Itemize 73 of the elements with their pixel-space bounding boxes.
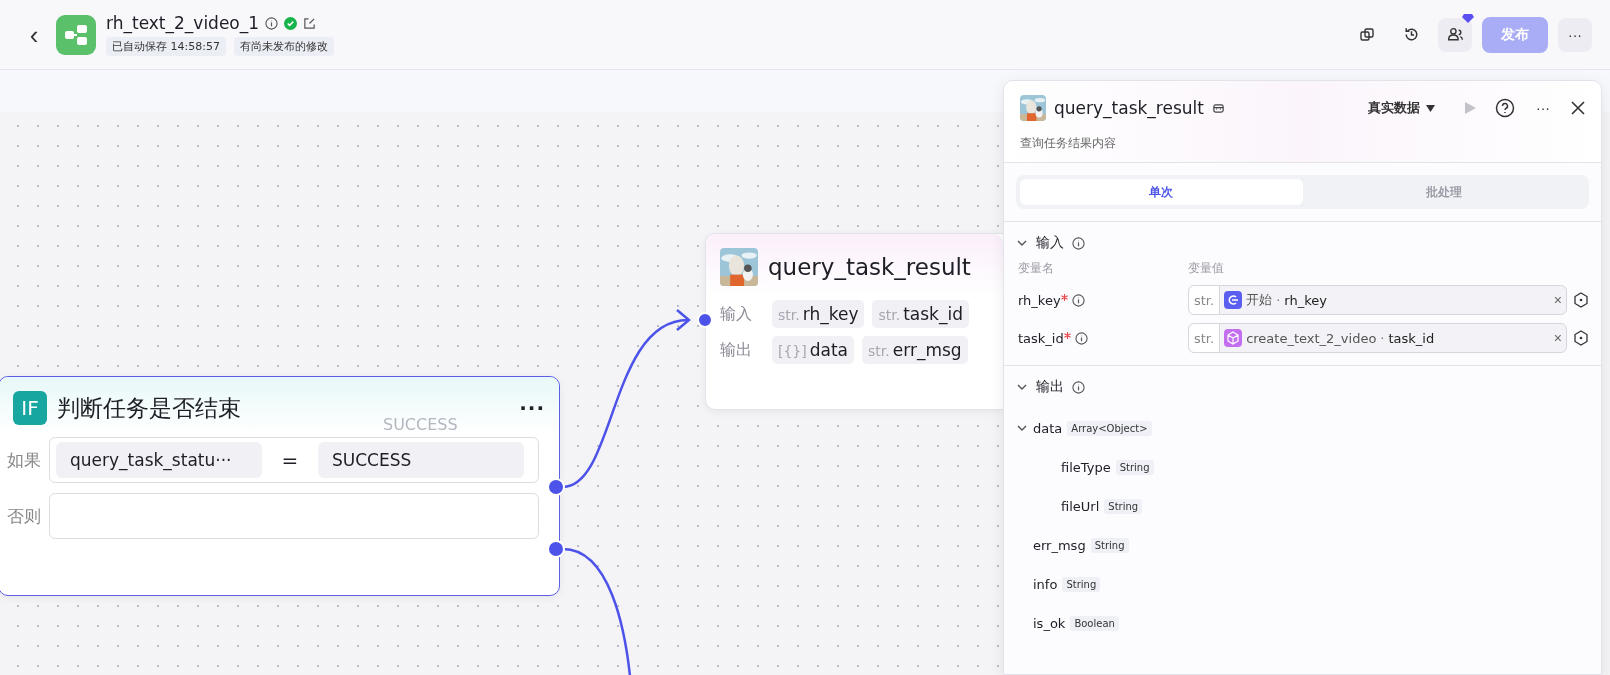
more-button[interactable]: ··· [1558,17,1592,52]
output-name: fileType [1061,459,1111,475]
param-label: 输出 [720,339,753,361]
help-icon[interactable] [1495,98,1515,118]
edit-icon[interactable] [303,16,317,30]
branch-label: 否则 [6,504,41,528]
output-name: info [1033,576,1058,592]
condition-field[interactable]: query_task_statu··· = SUCCESS [49,437,539,483]
node-title: 判断任务是否结束 [57,393,241,423]
param-chip: str. err_msg [862,336,968,364]
history-icon [1402,26,1420,43]
more-button[interactable]: ··· [519,396,545,420]
type-tag: Array<Object> [1067,420,1152,436]
clear-button[interactable]: × [1549,292,1566,308]
panel-description: 查询任务结果内容 [1020,135,1117,152]
info-icon [1074,331,1088,345]
output-port[interactable] [547,540,565,558]
type-tag: String [1090,537,1129,553]
check-circle-icon [284,16,298,30]
back-button[interactable]: ‹ [22,21,46,48]
info-icon [1071,293,1085,307]
column-label: 变量名 [1018,260,1055,277]
param-label: 输入 [720,303,753,325]
clear-button[interactable]: × [1549,330,1566,346]
output-name: err_msg [1033,537,1086,553]
param-chip: str. task_id [872,300,969,328]
type-tag: Boolean [1070,615,1119,631]
variable-picker-icon[interactable] [1573,292,1589,308]
section-title: 输入 [1036,234,1064,252]
node-title: query_task_result [768,254,971,280]
variable-value-field[interactable]: str. 开始 · rh_key × [1188,285,1567,315]
more-button[interactable]: ··· [1523,91,1563,125]
output-name: is_ok [1033,615,1066,631]
if-icon: IF [13,391,47,425]
param-chip: [{}] data [772,336,855,364]
data-mode-dropdown[interactable]: 真实数据 [1368,99,1435,117]
edge-label: SUCCESS [383,415,458,434]
collaborators-button[interactable] [1438,17,1472,52]
workflow-logo-icon [56,14,96,55]
plugin-node[interactable]: query_task_result 输入 str. rh_key str. task_id 输出 [{}] data str. err_msg [705,233,1003,410]
condition-node[interactable]: IF 判断任务是否结束 ··· SUCCESS 如果 query_task_statu··· = SUCCESS 否则 [0,376,560,596]
panel-title: query_task_result [1054,98,1204,118]
param-chip: str. rh_key [772,300,865,328]
info-icon [265,16,279,30]
copy-icon [1359,26,1375,43]
workflow-title: rh_text_2_video_1 [106,13,260,33]
info-icon [1072,236,1085,250]
close-icon[interactable] [1571,101,1585,115]
branch-label: 如果 [6,448,41,472]
condition-field[interactable] [49,493,539,539]
variable-name: task_id [1018,330,1064,346]
diamond-badge-icon [1462,11,1474,24]
status-tag: 已自动保存 14:58:57 [106,37,226,56]
condition-value: SUCCESS [318,442,524,478]
condition-variable: query_task_statu··· [56,442,262,478]
column-label: 变量值 [1188,260,1225,277]
users-icon [1446,26,1464,43]
type-tag: String [1062,576,1101,592]
variable-value-field[interactable]: str. create_text_2_video · task_id × [1188,323,1567,353]
tab[interactable]: 单次 [1020,179,1303,205]
operator: = [280,448,300,472]
type-tag: String [1115,459,1154,475]
output-name: fileUrl [1061,498,1100,514]
type-tag: String [1104,498,1143,514]
input-port[interactable] [697,312,713,328]
caret-down-icon [1426,104,1435,112]
section-title: 输出 [1036,378,1064,396]
output-name: data [1033,420,1063,436]
output-port[interactable] [547,478,565,496]
info-icon [1072,380,1085,394]
variable-picker-icon[interactable] [1573,330,1589,346]
variable-name: rh_key [1018,292,1061,308]
status-tag: 有尚未发布的修改 [233,37,334,56]
